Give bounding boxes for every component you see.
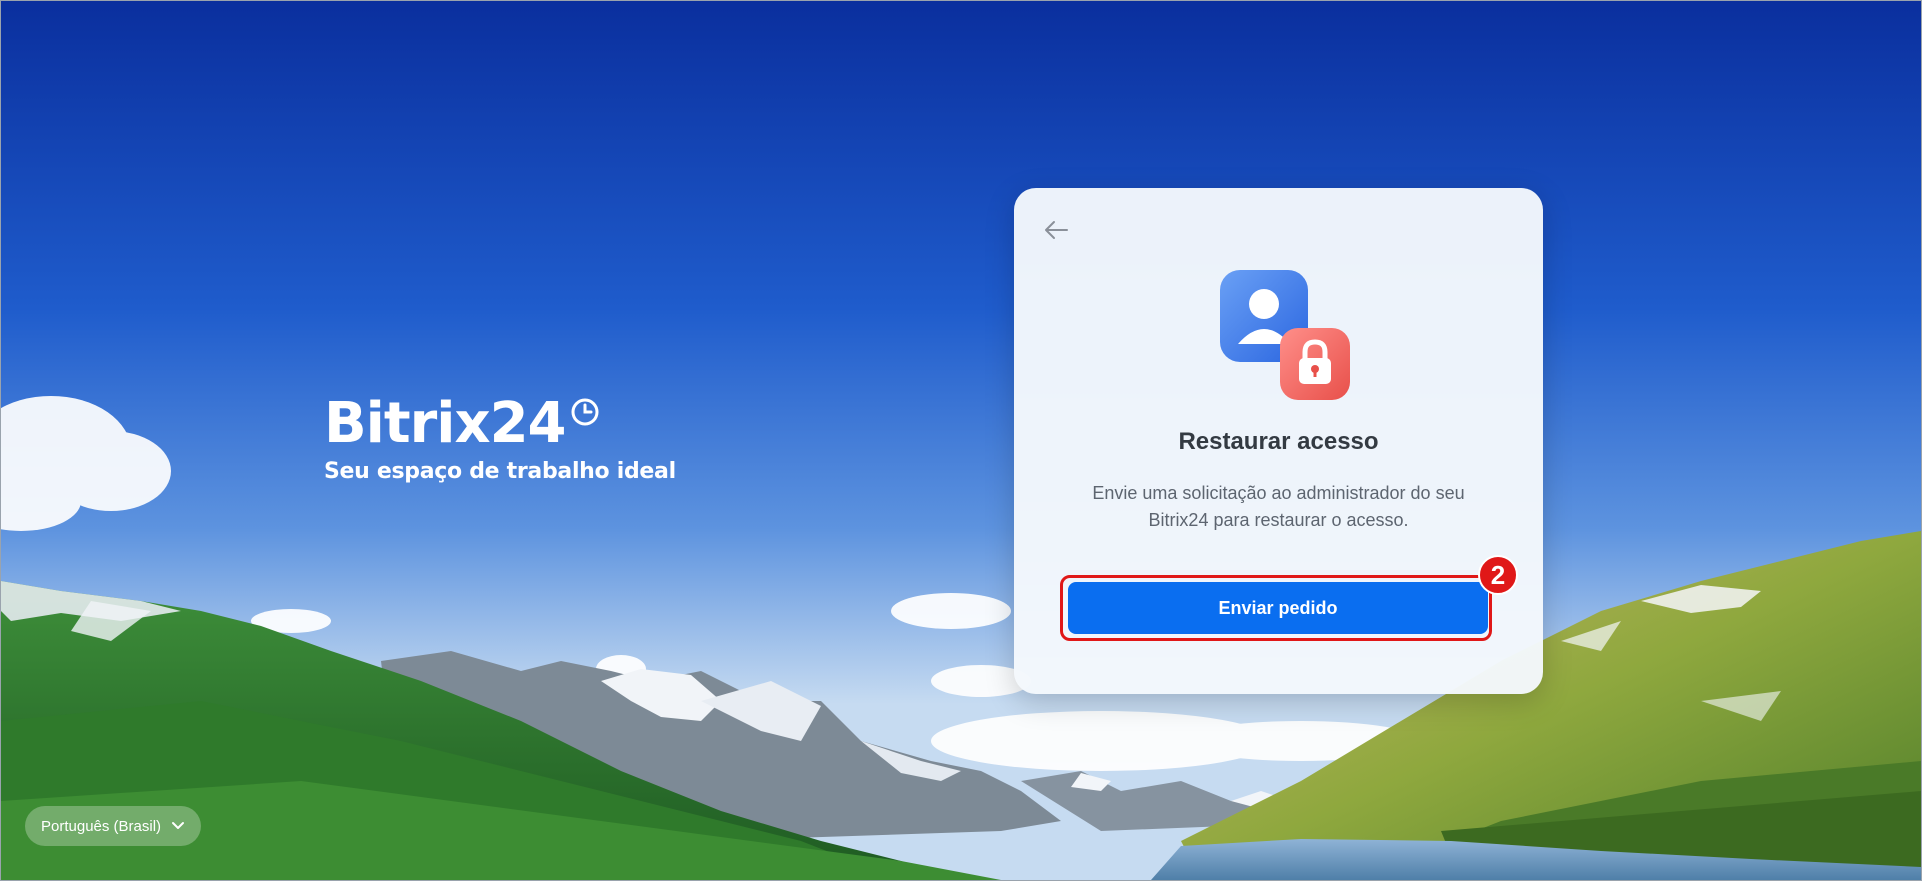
send-request-button[interactable]: Enviar pedido [1068, 582, 1488, 634]
card-title: Restaurar acesso [1178, 428, 1379, 455]
card-description: Envie uma solicitação ao administrador d… [1092, 483, 1465, 530]
arrow-left-icon [1045, 221, 1068, 239]
logo-text: Bitrix24 [324, 391, 567, 456]
language-label: Português (Brasil) [41, 817, 162, 835]
bitrix24-logo: Bitrix24 [324, 391, 676, 457]
chevron-down-icon [172, 822, 185, 829]
restore-access-card: Restaurar acesso Envie uma solicitação a… [1014, 188, 1543, 694]
brand-tagline: Seu espaço de trabalho ideal [324, 459, 676, 484]
brand-block: Bitrix24 Seu espaço de trabalho ideal [324, 391, 676, 484]
language-selector[interactable]: Português (Brasil) [25, 806, 202, 846]
back-button[interactable] [1040, 214, 1072, 246]
clock-icon [571, 398, 599, 426]
background-landscape [1, 1, 1921, 880]
step-number-badge: 2 [1478, 555, 1518, 595]
lock-icon [1280, 328, 1350, 400]
login-page: Bitrix24 Seu espaço de trabalho ideal Re… [0, 0, 1922, 881]
restore-access-illustration [1206, 264, 1356, 404]
